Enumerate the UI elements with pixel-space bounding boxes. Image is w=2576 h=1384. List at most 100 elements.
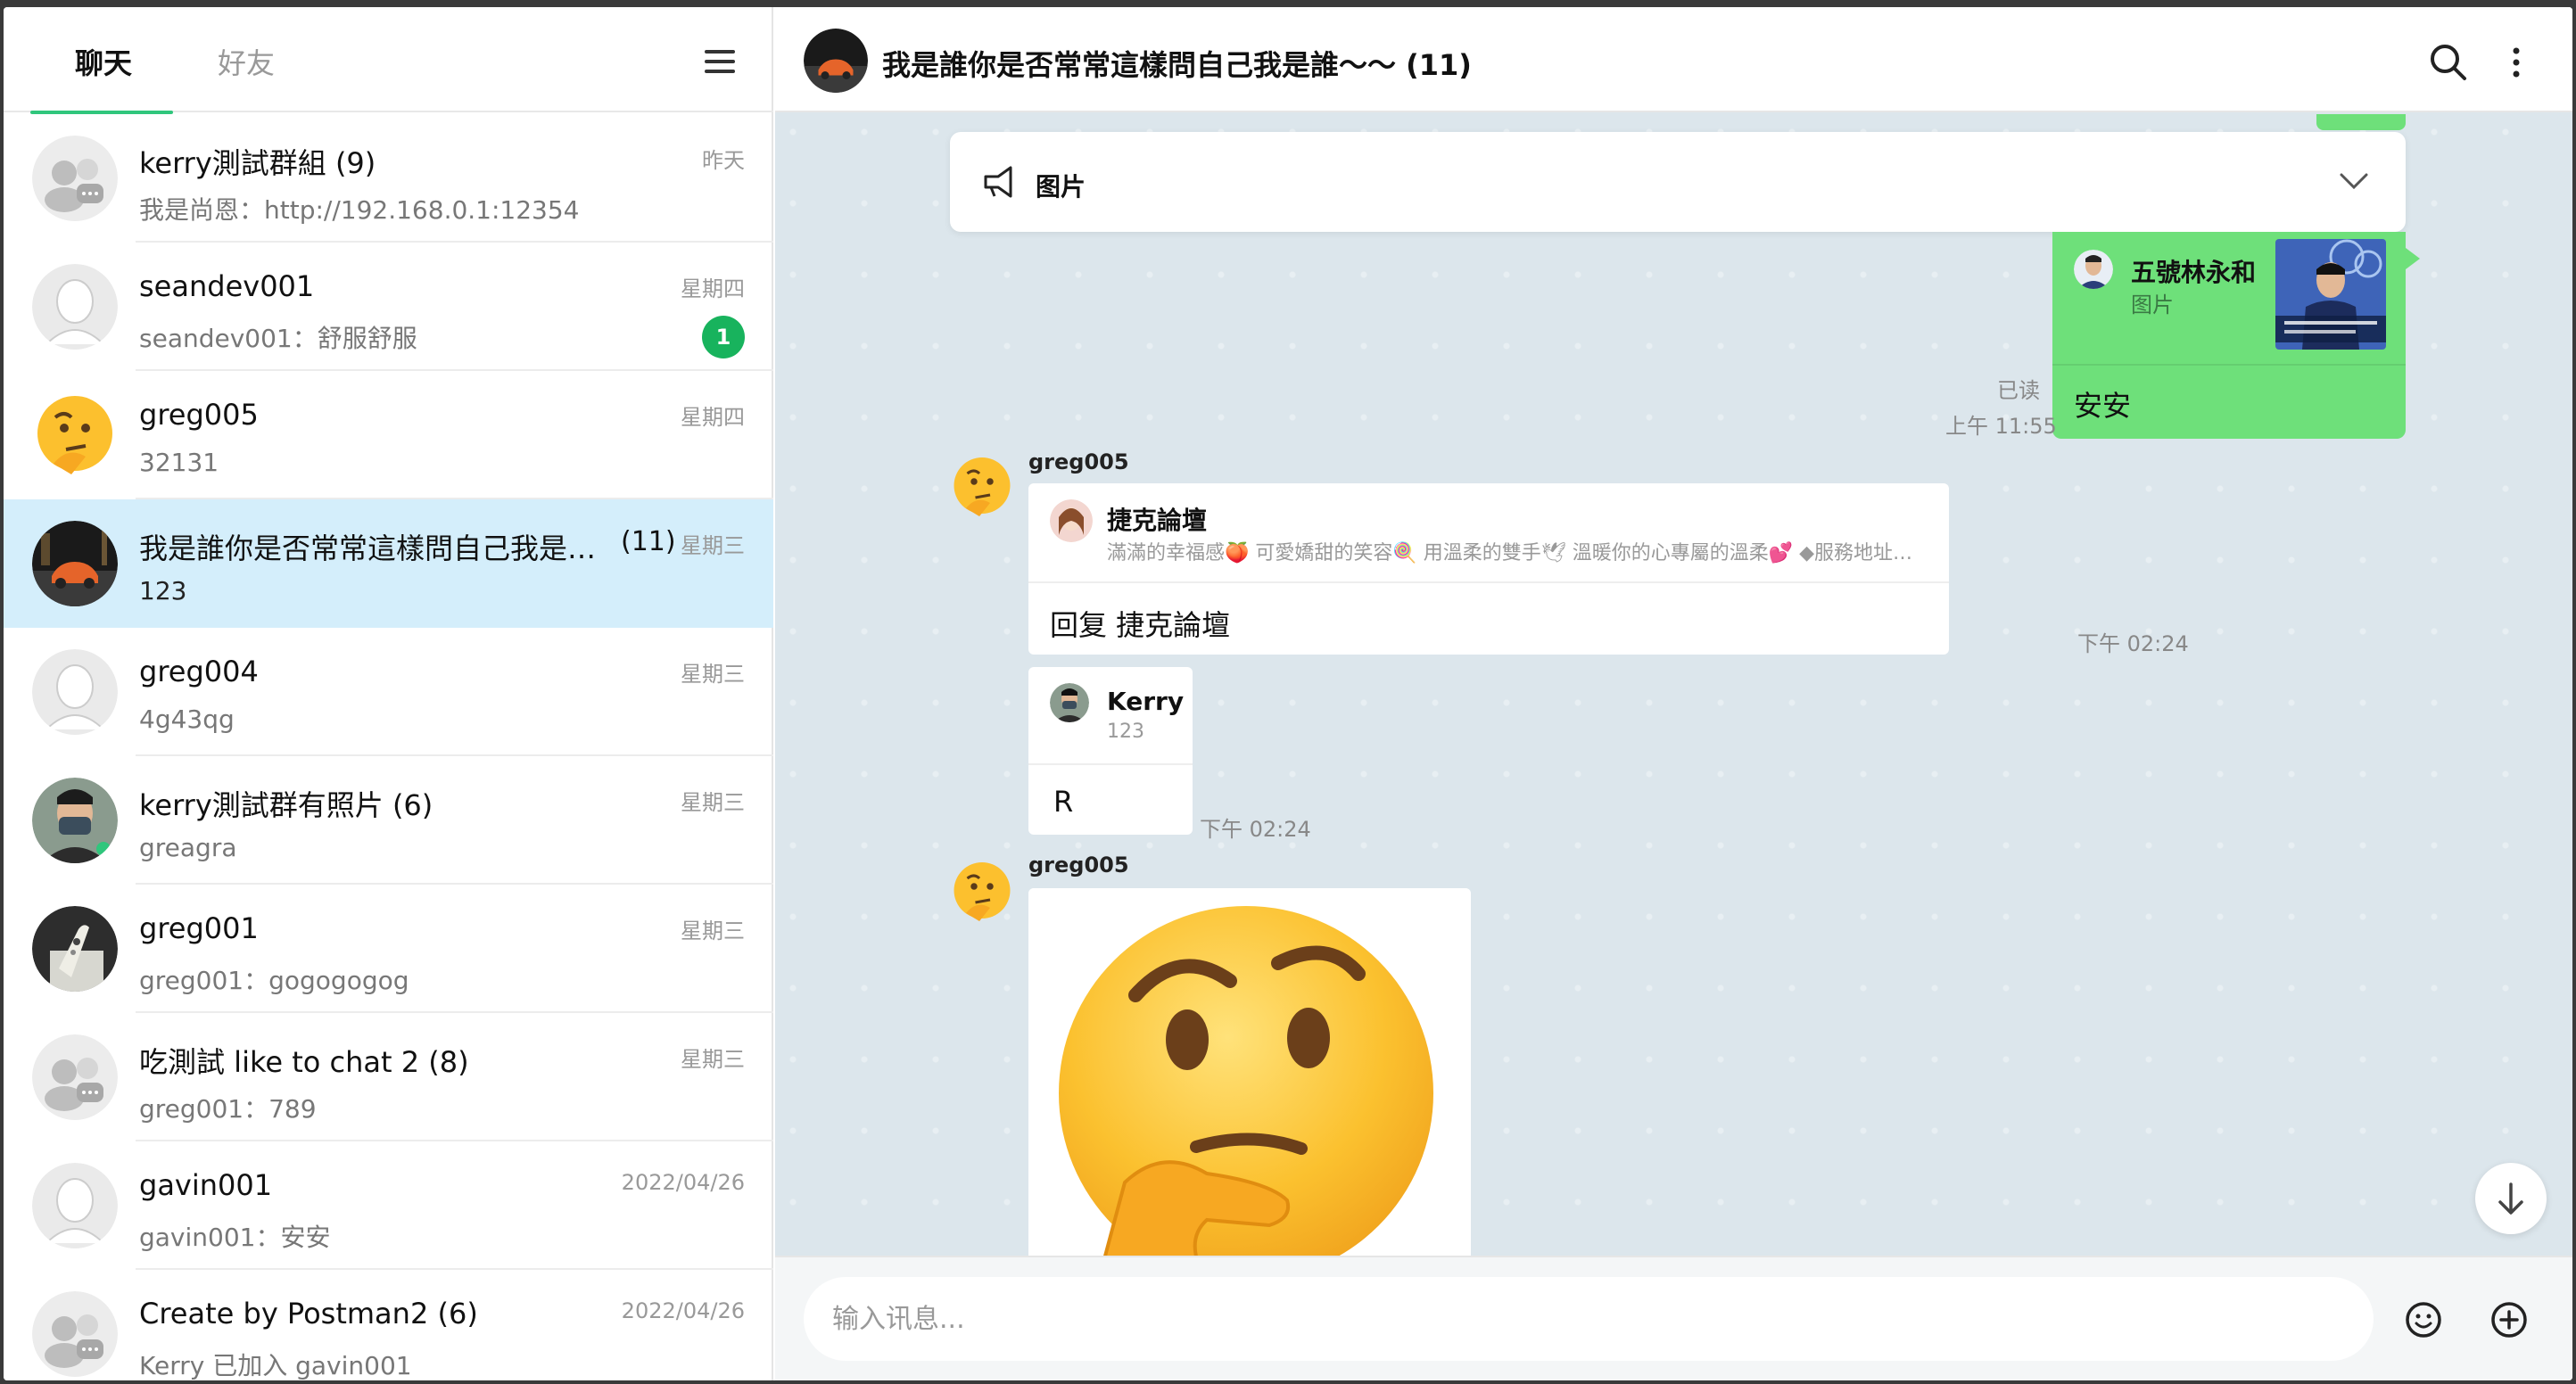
tab-chat[interactable]: 聊天 (75, 41, 132, 82)
chat-name: 吃測試 like to chat 2 (8) (139, 1045, 469, 1079)
chat-time: 2022/04/26 (621, 1298, 745, 1323)
read-receipt: 已读 (1997, 378, 2040, 403)
chat-preview: 我是尚恩：http://192.168.0.1:12354 (139, 195, 580, 225)
masked-person-photo-avatar (32, 778, 118, 863)
conversation-panel: 我是誰你是否常常這樣問自己我是誰～～ (11) 图片 五號林永和 图片 安安 已… (775, 7, 2572, 1380)
incoming-message-bubble[interactable]: Kerry 123 R (1028, 667, 1193, 835)
chat-preview: gavin001：安安 (139, 1223, 331, 1252)
quoted-sender-name: Kerry (1107, 687, 1185, 716)
chat-preview: greg001：789 (139, 1094, 317, 1124)
quoted-sender-name: 捷克論壇 (1107, 506, 1208, 535)
conversation-header: 我是誰你是否常常這樣問自己我是誰～～ (11) (775, 7, 2572, 112)
chat-time: 星期三 (681, 1047, 745, 1072)
add-attachment-icon[interactable] (2489, 1300, 2529, 1339)
quoted-image-thumbnail (2275, 239, 2386, 350)
default-person-avatar-icon (32, 649, 118, 735)
chat-name: greg005 (139, 398, 259, 432)
message-area[interactable]: 图片 五號林永和 图片 安安 已读 上午 11:55 greg005 捷克論壇 … (775, 114, 2572, 1256)
chat-preview: 123 (139, 576, 187, 606)
incoming-message-text: R (1053, 785, 1074, 819)
message-composer (775, 1256, 2572, 1380)
incoming-image-message[interactable] (1028, 888, 1471, 1256)
quoted-message-preview: 滿滿的幸福感🍑 可愛嬌甜的笑容🍭 用溫柔的雙手🕊 溫暖你的心專屬的溫柔💕 ◆服務… (1107, 542, 1928, 564)
quoted-message-preview: 123 (1107, 721, 1144, 743)
pinned-message-label: 图片 (1036, 172, 1086, 202)
sidebar: 聊天 好友 kerry測試群組 (9) 我是尚恩：http://192.168.… (4, 7, 773, 1380)
chat-time: 昨天 (702, 148, 745, 173)
unread-badge: 1 (702, 316, 745, 358)
chat-name: gavin001 (139, 1168, 273, 1202)
conversation-title: 我是誰你是否常常這樣問自己我是誰～～ (11) (882, 48, 1472, 82)
group-avatar-icon (32, 136, 118, 221)
message-input[interactable] (804, 1277, 2374, 1361)
pinned-message-bar[interactable]: 图片 (950, 132, 2406, 232)
chat-list-item[interactable]: greg001 greg001：gogogogog 星期三 (4, 885, 773, 1013)
incoming-message-bubble[interactable]: 捷克論壇 滿滿的幸福感🍑 可愛嬌甜的笑容🍭 用溫柔的雙手🕊 溫暖你的心專屬的溫柔… (1028, 483, 1949, 655)
message-timestamp: 下午 02:24 (1200, 817, 1311, 842)
chat-list-item-active[interactable]: 我是誰你是否常常這樣問自己我是… (11) 123 星期三 (4, 499, 773, 628)
quoted-reply-card[interactable]: 五號林永和 图片 (2052, 232, 2406, 366)
chat-list-item[interactable]: kerry測試群有照片 (6) greagra 星期三 (4, 756, 773, 885)
more-options-icon[interactable] (2511, 46, 2522, 78)
chat-list-item[interactable]: Create by Postman2 (6) Kerry 已加入 gavin00… (4, 1270, 773, 1380)
outgoing-message-text: 安安 (2074, 389, 2132, 423)
chat-name: kerry測試群組 (9) (139, 146, 376, 180)
emoji-icon[interactable] (2404, 1300, 2443, 1339)
chat-app: 聊天 好友 kerry測試群組 (9) 我是尚恩：http://192.168.… (4, 7, 2572, 1380)
default-person-avatar-icon (32, 1163, 118, 1248)
chat-list: kerry測試群組 (9) 我是尚恩：http://192.168.0.1:12… (4, 114, 773, 1380)
tab-friends[interactable]: 好友 (218, 41, 275, 82)
chat-time: 2022/04/26 (621, 1170, 745, 1195)
chat-preview: seandev001：舒服舒服 (139, 324, 417, 353)
message-timestamp: 下午 02:24 (2077, 631, 2189, 656)
car-photo-avatar (32, 521, 118, 606)
thinking-emoji-avatar-icon[interactable] (950, 455, 1014, 519)
megaphone-icon (982, 164, 1018, 200)
quoted-reply-card[interactable]: 捷克論壇 滿滿的幸福感🍑 可愛嬌甜的笑容🍭 用溫柔的雙手🕊 溫暖你的心專屬的溫柔… (1028, 483, 1949, 583)
chat-list-item[interactable]: greg004 4g43qg 星期三 (4, 628, 773, 756)
thinking-emoji-avatar-icon[interactable] (950, 860, 1014, 924)
chat-list-item[interactable]: seandev001 seandev001：舒服舒服 星期四 1 (4, 243, 773, 371)
message-sender-name: greg005 (1028, 853, 1129, 877)
message-timestamp: 上午 11:55 (1945, 414, 2057, 439)
chat-name: kerry測試群有照片 (6) (139, 788, 433, 822)
chat-preview: 32131 (139, 448, 219, 477)
remote-photo-avatar (32, 906, 118, 992)
previous-message-fragment (2316, 114, 2406, 130)
search-icon[interactable] (2427, 41, 2470, 84)
thinking-emoji-avatar-icon (32, 392, 118, 478)
default-person-avatar-icon (32, 264, 118, 350)
quoted-reply-card[interactable]: Kerry 123 (1028, 667, 1193, 765)
chat-time: 星期三 (681, 919, 745, 943)
scroll-to-bottom-button[interactable] (2475, 1163, 2547, 1234)
chat-list-item[interactable]: greg005 32131 星期四 (4, 371, 773, 499)
message-sender-name: greg005 (1028, 449, 1129, 474)
quoted-message-type: 图片 (2131, 292, 2174, 317)
chat-time: 星期三 (681, 533, 745, 558)
conversation-avatar[interactable] (804, 29, 868, 93)
chat-preview: 4g43qg (139, 704, 235, 734)
group-avatar-icon (32, 1291, 118, 1377)
chat-list-item[interactable]: kerry測試群組 (9) 我是尚恩：http://192.168.0.1:12… (4, 114, 773, 243)
chat-time: 星期三 (681, 662, 745, 687)
chat-list-item[interactable]: gavin001 gavin001：安安 2022/04/26 (4, 1141, 773, 1270)
incoming-message-text: 回复 捷克論壇 (1050, 608, 1231, 642)
chat-member-count: (11) (621, 526, 676, 557)
thinking-emoji-sticker-icon (1028, 888, 1471, 1256)
chat-name: greg004 (139, 655, 259, 688)
chat-preview: greg001：gogogogog (139, 966, 409, 995)
chat-list-item[interactable]: 吃測試 like to chat 2 (8) greg001：789 星期三 (4, 1013, 773, 1141)
quoted-sender-avatar (1050, 499, 1093, 542)
chat-preview: Kerry 已加入 gavin001 (139, 1351, 412, 1380)
chat-name: greg001 (139, 911, 259, 945)
chat-name: 我是誰你是否常常這樣問自己我是… (139, 531, 597, 565)
menu-icon[interactable] (705, 50, 735, 75)
chevron-down-icon[interactable] (2338, 168, 2370, 193)
chat-name: Create by Postman2 (6) (139, 1297, 478, 1330)
outgoing-message-bubble[interactable]: 五號林永和 图片 安安 (2052, 232, 2406, 439)
quoted-sender-avatar (1050, 683, 1089, 722)
chat-name: seandev001 (139, 269, 315, 303)
quoted-sender-name: 五號林永和 (2131, 258, 2257, 287)
group-avatar-icon (32, 1034, 118, 1120)
chat-preview: greagra (139, 833, 237, 862)
